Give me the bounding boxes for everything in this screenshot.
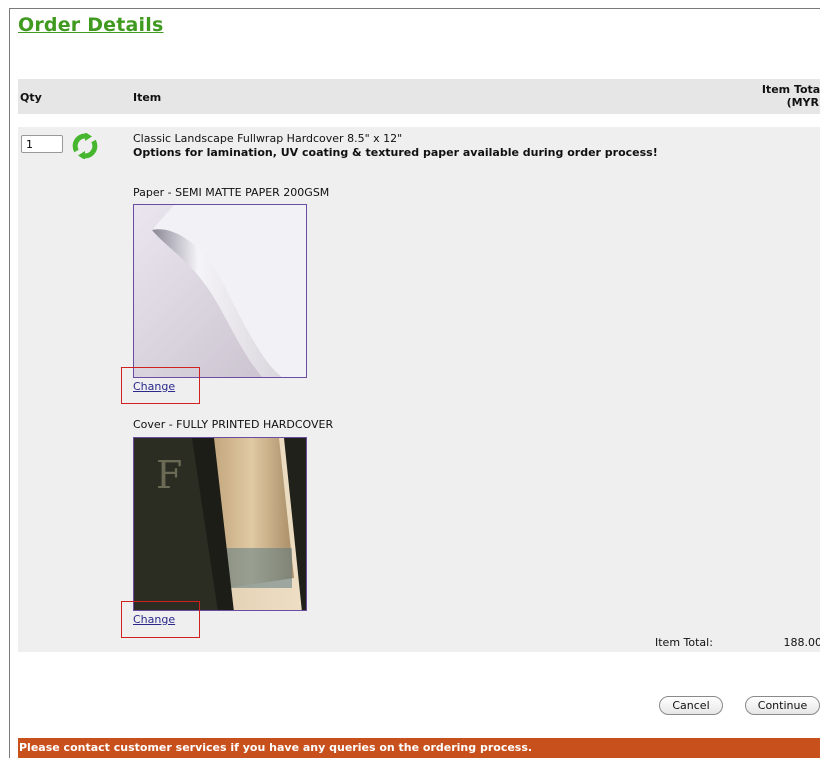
item-total-value: 188.00 xyxy=(783,636,820,649)
footer-message: Please contact customer services if you … xyxy=(18,738,820,758)
continue-button[interactable]: Continue xyxy=(745,696,820,715)
item-column-header: Item xyxy=(133,91,162,104)
item-total-column-header: Item Total (MYR) xyxy=(762,83,820,109)
promo-text: Options for lamination, UV coating & tex… xyxy=(133,146,658,159)
paper-option-label: Paper - SEMI MATTE PAPER 200GSM xyxy=(133,186,330,199)
paper-sample-image xyxy=(133,204,307,378)
refresh-icon[interactable] xyxy=(72,133,98,159)
hardcover-sample-image: F xyxy=(133,437,307,611)
item-total-header-line2: (MYR) xyxy=(786,96,820,109)
svg-text:F: F xyxy=(156,453,182,497)
item-total-label: Item Total: xyxy=(655,636,713,649)
order-item-row: Classic Landscape Fullwrap Hardcover 8.5… xyxy=(18,127,820,652)
change-cover-highlight xyxy=(121,601,200,638)
qty-column-header: Qty xyxy=(20,91,42,104)
product-name: Classic Landscape Fullwrap Hardcover 8.5… xyxy=(133,132,403,145)
quantity-input[interactable] xyxy=(21,135,63,153)
item-total-header-line1: Item Total xyxy=(761,83,820,96)
cancel-button[interactable]: Cancel xyxy=(659,696,723,715)
cover-option-label: Cover - FULLY PRINTED HARDCOVER xyxy=(133,418,334,431)
change-paper-highlight xyxy=(121,367,200,404)
table-header: Qty Item Item Total (MYR) xyxy=(18,79,820,114)
page-title: Order Details xyxy=(18,14,164,36)
